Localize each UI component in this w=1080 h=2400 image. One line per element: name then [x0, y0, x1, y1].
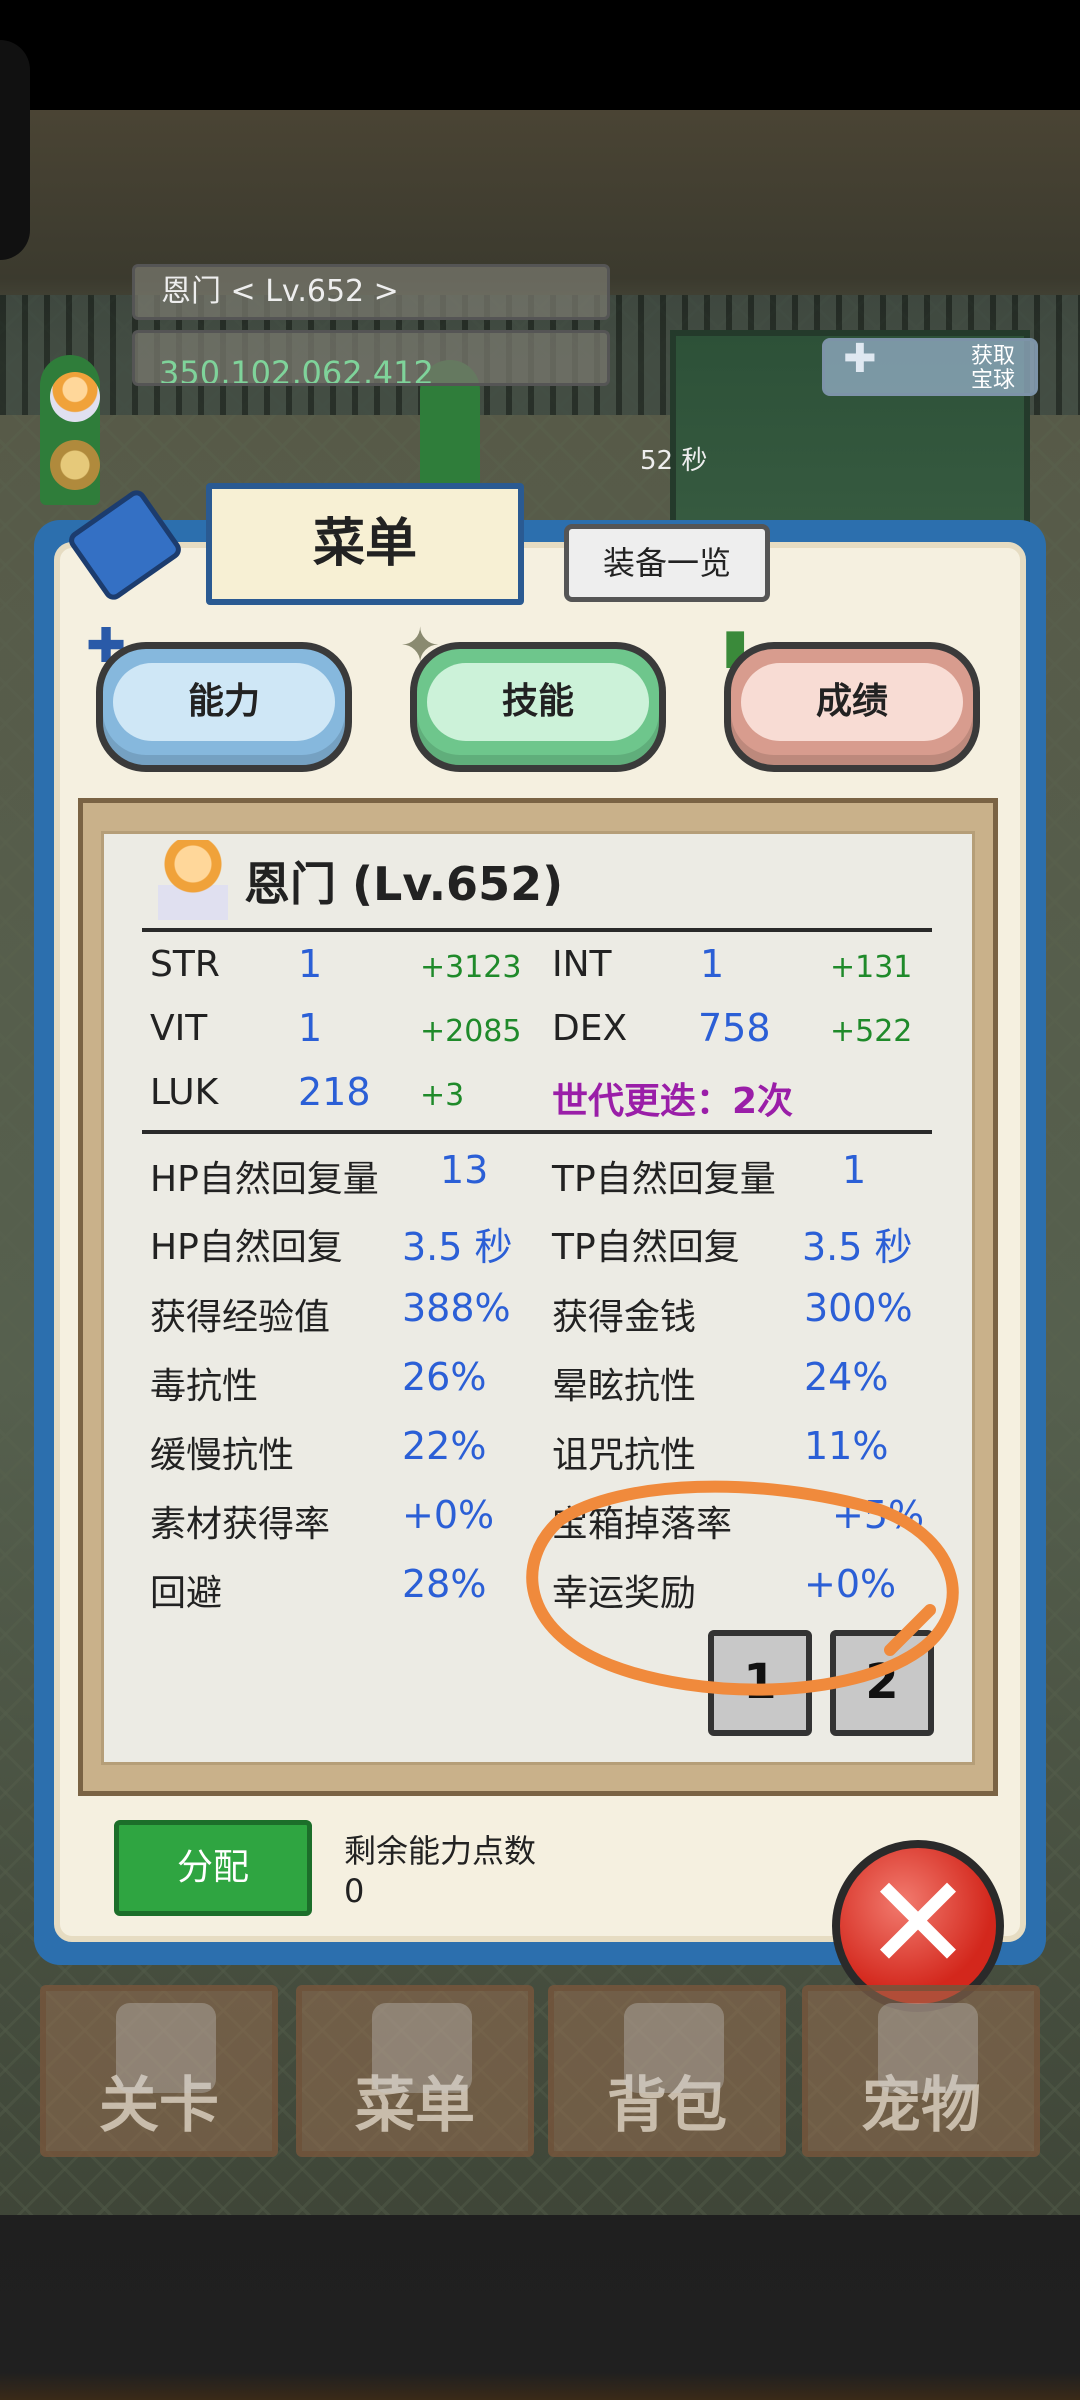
- stat-label-tp-regen-amount: TP自然回复量: [552, 1159, 776, 1200]
- avatar-icon: [50, 372, 100, 422]
- nav-pet-button[interactable]: 宠物: [802, 1985, 1040, 2157]
- stat-label-material-rate: 素材获得率: [150, 1504, 331, 1545]
- stat-label-curse-resist: 诅咒抗性: [552, 1435, 697, 1476]
- equipment-list-button[interactable]: 装备一览: [564, 524, 770, 602]
- stat-label-chest-drop-rate: 宝箱掉落率: [552, 1504, 733, 1545]
- tab-skill-label: 技能: [427, 663, 649, 741]
- tab-record-label: 成绩: [741, 663, 963, 741]
- stat-value-dex: 758: [698, 1006, 771, 1050]
- stat-bonus-luk: +3: [420, 1078, 465, 1113]
- stat-label-luk: LUK: [150, 1072, 219, 1113]
- stat-label-hp-regen-time: HP自然回复: [150, 1227, 343, 1268]
- stat-bonus-vit: +2085: [420, 1014, 522, 1049]
- nav-stage-button[interactable]: 关卡: [40, 1985, 278, 2157]
- stat-label-stun-resist: 晕眩抗性: [552, 1366, 697, 1407]
- stat-value-exp-gain: 388%: [402, 1286, 511, 1330]
- orb-plus-icon: ✚: [843, 336, 877, 382]
- stat-label-money-gain: 获得金钱: [552, 1297, 697, 1338]
- stat-label-tp-regen-time: TP自然回复: [552, 1227, 740, 1268]
- stat-bonus-str: +3123: [420, 950, 522, 985]
- divider-line: [142, 928, 932, 932]
- get-orb-label: 获取 宝球: [970, 344, 1015, 393]
- stat-label-poison-resist: 毒抗性: [150, 1366, 259, 1407]
- get-orb-button[interactable]: ✚ 获取 宝球: [822, 338, 1038, 396]
- stat-value-hp-regen-amount: 13: [440, 1148, 489, 1192]
- status-bar-area: [0, 0, 1080, 110]
- stat-label-luck-bonus: 幸运奖励: [552, 1573, 697, 1614]
- tab-ability-label: 能力: [113, 663, 335, 741]
- close-icon: ✕: [863, 1847, 973, 1999]
- player-name-level: 恩门 < Lv.652 >: [132, 264, 610, 320]
- stat-label-str: STR: [150, 944, 220, 985]
- allocate-button[interactable]: 分配: [114, 1820, 312, 1916]
- page-1-button[interactable]: 1: [708, 1630, 812, 1736]
- stat-bonus-dex: +522: [830, 1014, 913, 1049]
- generation-count: 世代更迭：2次: [552, 1081, 794, 1122]
- tab-record[interactable]: 成绩: [724, 642, 980, 772]
- crossed-swords-icon: [116, 2003, 216, 2093]
- stat-value-int: 1: [700, 942, 725, 986]
- character-portrait: [158, 840, 228, 920]
- page-2-button[interactable]: 2: [830, 1630, 934, 1736]
- stat-bonus-int: +131: [830, 950, 913, 985]
- gold-coin-icon: [50, 440, 100, 490]
- remaining-points-value: 0: [344, 1872, 365, 1910]
- stat-value-str: 1: [298, 942, 323, 986]
- stat-value-tp-regen-amount: 1: [842, 1148, 867, 1192]
- divider-line: [142, 1130, 932, 1134]
- remaining-points-label: 剩余能力点数: [344, 1832, 537, 1870]
- stat-value-slow-resist: 22%: [402, 1424, 487, 1468]
- nav-bag-button[interactable]: 背包: [548, 1985, 786, 2157]
- stat-value-poison-resist: 26%: [402, 1355, 487, 1399]
- stat-label-hp-regen-amount: HP自然回复量: [150, 1159, 379, 1200]
- stat-value-hp-regen-time: 3.5 秒: [402, 1225, 513, 1269]
- stat-label-slow-resist: 缓慢抗性: [150, 1435, 295, 1476]
- pet-icon: [878, 2003, 978, 2093]
- stat-label-dex: DEX: [552, 1008, 628, 1049]
- backpack-icon: [624, 2003, 724, 2093]
- stat-label-exp-gain: 获得经验值: [150, 1297, 331, 1338]
- tab-skill[interactable]: 技能: [410, 642, 666, 772]
- stat-value-curse-resist: 11%: [804, 1424, 889, 1468]
- stat-value-luck-bonus: +0%: [804, 1562, 897, 1606]
- stat-value-tp-regen-time: 3.5 秒: [802, 1225, 913, 1269]
- stat-value-material-rate: +0%: [402, 1493, 495, 1537]
- character-title: 恩门 (Lv.652): [244, 857, 564, 911]
- nav-menu-button[interactable]: 菜单: [296, 1985, 534, 2157]
- menu-title: 菜单: [206, 483, 524, 605]
- timer-text: 52 秒: [640, 446, 708, 476]
- stat-label-vit: VIT: [150, 1008, 208, 1049]
- stat-value-luk: 218: [298, 1070, 371, 1114]
- bottom-letterbox: [0, 2215, 1080, 2400]
- stat-label-int: INT: [552, 944, 612, 985]
- stat-label-evasion: 回避: [150, 1573, 223, 1614]
- gold-amount: 350,102,062,412: [132, 330, 610, 386]
- edge-shadow: [0, 40, 30, 260]
- tab-ability[interactable]: 能力: [96, 642, 352, 772]
- stat-value-chest-drop-rate: +5%: [832, 1493, 925, 1537]
- stat-value-stun-resist: 24%: [804, 1355, 889, 1399]
- stat-value-vit: 1: [298, 1006, 323, 1050]
- stat-value-money-gain: 300%: [804, 1286, 913, 1330]
- stat-value-evasion: 28%: [402, 1562, 487, 1606]
- book-icon: [372, 2003, 472, 2093]
